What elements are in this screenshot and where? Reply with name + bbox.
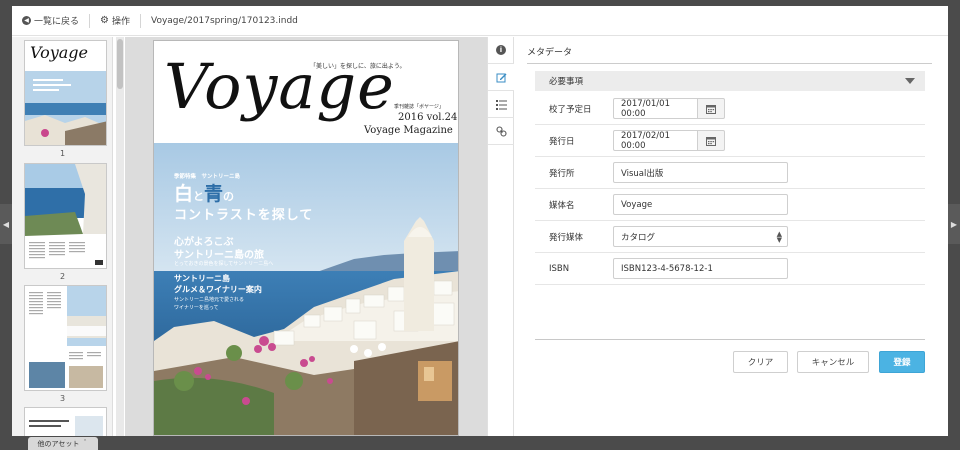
calendar-icon xyxy=(706,136,716,146)
cover-issue-small: 季刊雑誌「ボヤージ」 xyxy=(394,104,444,110)
back-arrow-icon: ◀ xyxy=(22,16,31,25)
cover-magazine: Voyage Magazine xyxy=(364,125,453,136)
cover-headline-2: コントラストを探して xyxy=(174,208,314,223)
field-label: 媒体名 xyxy=(549,201,575,211)
thumbnail-page-number: 1 xyxy=(59,149,66,158)
clear-button[interactable]: クリア xyxy=(733,351,788,373)
cover-sub1-line2: サントリーニ島の旅 xyxy=(174,250,264,261)
thumbnail-scrollbar[interactable] xyxy=(116,37,124,436)
media-type-select[interactable]: カタログ ▲ ▼ xyxy=(613,226,788,247)
edit-tool[interactable] xyxy=(488,64,514,91)
operation-label: 操作 xyxy=(111,17,130,27)
field-row-media-type: 発行媒体 カタログ ▲ ▼ xyxy=(535,221,925,253)
field-row-media-name: 媒体名 Voyage xyxy=(535,189,925,221)
headline-to: と xyxy=(193,190,205,203)
field-label: 発行媒体 xyxy=(549,233,584,243)
scrollbar-thumb[interactable] xyxy=(117,39,123,89)
cover-sub2-note1: サントリーニ島地元で愛される xyxy=(174,297,245,303)
chevron-down-icon xyxy=(905,78,915,84)
cover-sub2-line1: サントリーニ島 xyxy=(174,274,230,283)
edit-icon xyxy=(496,73,506,82)
thumbnail-page-2[interactable] xyxy=(24,163,107,269)
thumbnail-page-number: 2 xyxy=(59,272,66,281)
field-label: 発行日 xyxy=(549,137,575,147)
field-row-isbn: ISBN ISBN123-4-5678-12-1 xyxy=(535,253,925,285)
headline-white: 白 xyxy=(174,183,194,205)
toolbar-divider xyxy=(89,13,91,28)
field-label: 校了予定日 xyxy=(549,105,592,115)
section-title: 必要事項 xyxy=(549,77,584,87)
page-preview-area: Voyage 「美しい」を探しに、旅に出よう。 季刊雑誌「ボヤージ」 2016 … xyxy=(125,37,487,436)
magazine-cover: Voyage 「美しい」を探しに、旅に出よう。 季刊雑誌「ボヤージ」 2016 … xyxy=(153,40,459,436)
list-icon xyxy=(495,99,507,110)
publisher-input[interactable]: Visual出版 xyxy=(613,162,788,183)
panel-tools: i xyxy=(487,37,514,436)
thumbnail-page-1[interactable]: Voyage xyxy=(24,40,107,146)
thumbnail-page-3[interactable] xyxy=(24,285,107,391)
cover-headline: 白と青の xyxy=(174,179,234,206)
back-label: 一覧に戻る xyxy=(34,17,80,27)
metadata-divider xyxy=(527,63,932,64)
field-row-publish-date: 発行日 2017/02/01 00:00 xyxy=(535,125,925,157)
isbn-input[interactable]: ISBN123-4-5678-12-1 xyxy=(613,258,788,279)
cover-sub1-note: とっておきの景色を探してサントリーニ島へ xyxy=(174,261,274,267)
calendar-icon xyxy=(706,104,716,114)
cover-sub2-line2: グルメ＆ワイナリー案内 xyxy=(174,285,262,294)
metadata-heading: メタデータ xyxy=(527,48,573,58)
gear-icon: ⚙ xyxy=(100,15,109,26)
field-row-publisher: 発行所 Visual出版 xyxy=(535,157,925,189)
metadata-panel: メタデータ 必要事項 校了予定日 2017/01/01 00:00 発行日 20… xyxy=(515,37,948,436)
toolbar: ◀ 一覧に戻る ⚙ 操作 Voyage/2017spring/170123.in… xyxy=(12,6,948,36)
prev-arrow[interactable]: ◀ xyxy=(0,204,12,244)
form-divider xyxy=(535,339,925,340)
cover-issue: 2016 vol.24 xyxy=(398,112,458,123)
thumbnail-image: Voyage xyxy=(25,41,106,145)
field-label: 発行所 xyxy=(549,169,575,179)
cover-sub2-note2: ワイナリーを巡って xyxy=(174,305,219,311)
proof-date-input[interactable]: 2017/01/01 00:00 xyxy=(613,98,698,119)
thumbnail-page-number: 3 xyxy=(59,394,66,403)
list-tool[interactable] xyxy=(488,91,514,118)
thumbnail-image xyxy=(25,164,106,268)
field-label: ISBN xyxy=(549,264,570,274)
toolbar-divider xyxy=(140,13,141,28)
editor-window: ◀ 一覧に戻る ⚙ 操作 Voyage/2017spring/170123.in… xyxy=(12,6,948,436)
thumbnail-page-4[interactable] xyxy=(24,407,107,436)
required-section-header[interactable]: 必要事項 xyxy=(535,71,925,91)
cover-title: Voyage xyxy=(164,50,395,123)
headline-blue: 青 xyxy=(204,183,224,205)
media-type-value: カタログ xyxy=(621,232,656,243)
operation-menu[interactable]: ⚙ 操作 xyxy=(100,14,130,27)
cancel-button[interactable]: キャンセル xyxy=(797,351,869,373)
calendar-button[interactable] xyxy=(697,130,725,151)
svg-text:Voyage: Voyage xyxy=(30,43,88,62)
next-arrow[interactable]: ▶ xyxy=(948,204,960,244)
media-name-input[interactable]: Voyage xyxy=(613,194,788,215)
info-tool[interactable]: i xyxy=(488,37,514,64)
calendar-button[interactable] xyxy=(697,98,725,119)
headline-no: の xyxy=(223,190,235,203)
link-icon xyxy=(495,125,507,137)
thumbnail-image xyxy=(25,408,106,436)
publish-date-input[interactable]: 2017/02/01 00:00 xyxy=(613,130,698,151)
info-icon: i xyxy=(496,45,506,55)
other-assets-tab[interactable]: 他のアセット ＾ xyxy=(28,437,98,450)
file-path: Voyage/2017spring/170123.indd xyxy=(151,15,298,26)
select-arrows-icon: ▲ ▼ xyxy=(776,230,782,244)
back-link[interactable]: ◀ 一覧に戻る xyxy=(22,14,79,27)
link-tool[interactable] xyxy=(488,118,514,145)
cover-tagline: 「美しい」を探しに、旅に出よう。 xyxy=(310,63,406,70)
submit-button[interactable]: 登録 xyxy=(879,351,925,373)
thumbnail-image xyxy=(25,286,106,390)
field-row-proof-date: 校了予定日 2017/01/01 00:00 xyxy=(535,93,925,125)
page-thumbnails: Voyage 1 2 3 xyxy=(12,37,113,436)
